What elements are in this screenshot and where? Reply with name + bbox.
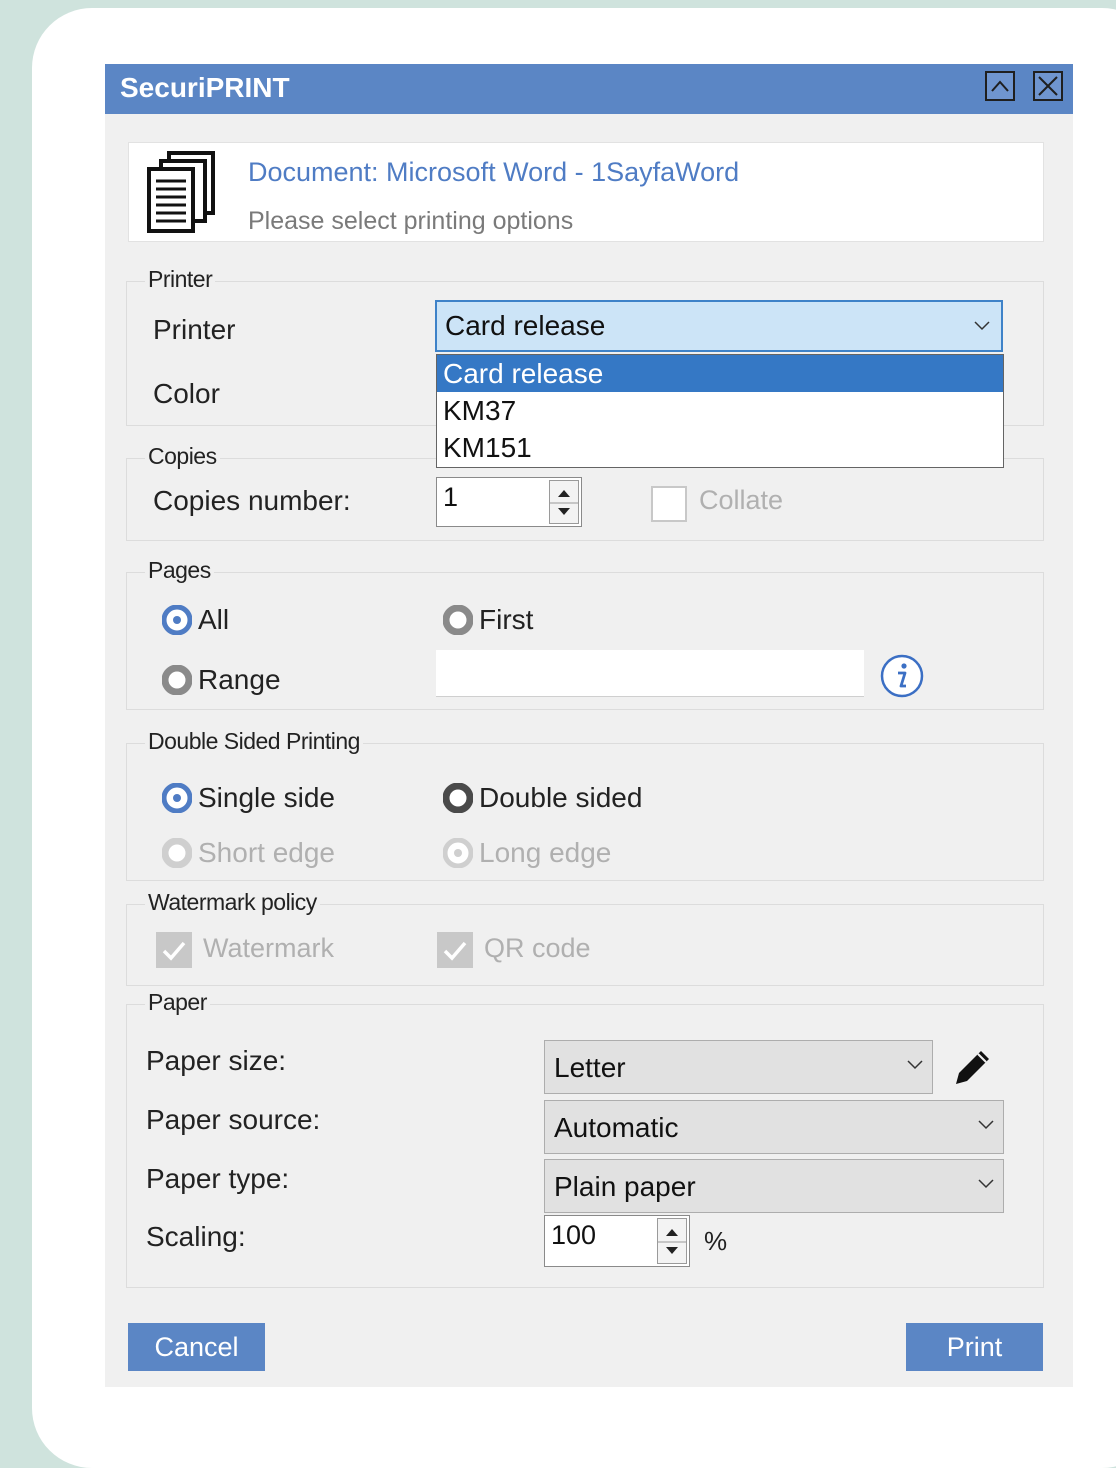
title-bar: SecuriPRINT: [105, 64, 1073, 114]
pages-group-legend: Pages: [145, 557, 214, 584]
first-label: First: [479, 604, 534, 635]
up-down-arrows-icon: [550, 490, 578, 515]
printer-option-km151[interactable]: KM151: [437, 429, 1003, 466]
radio-single-side[interactable]: [162, 783, 192, 813]
print-button[interactable]: Print: [906, 1323, 1043, 1371]
header-subtitle: Please select printing options: [248, 207, 574, 235]
radio-double-sided[interactable]: [443, 783, 473, 813]
short-edge-label: Short edge: [198, 837, 335, 868]
chevron-down-icon: [974, 321, 990, 331]
print-dialog: SecuriPRINT Document: Microsoft Word - 1…: [105, 64, 1073, 1387]
watermark-group-legend: Watermark policy: [145, 889, 320, 916]
chevron-up-icon: [991, 80, 1009, 92]
printer-group-legend: Printer: [145, 266, 216, 293]
printer-select-value: Card release: [445, 310, 606, 341]
copies-label: Copies number:: [153, 485, 351, 516]
paper-group-legend: Paper: [145, 989, 210, 1016]
document-stack-icon: [147, 151, 215, 233]
paper-type-select[interactable]: Plain paper: [544, 1159, 1004, 1213]
range-input[interactable]: [436, 650, 864, 697]
copies-value: 1: [443, 482, 459, 512]
collate-label: Collate: [699, 485, 784, 515]
radio-first[interactable]: [443, 605, 473, 635]
range-label: Range: [198, 664, 281, 695]
chevron-down-icon: [978, 1179, 994, 1189]
paper-type-label: Paper type:: [146, 1163, 290, 1194]
printer-select[interactable]: Card release: [435, 300, 1003, 352]
up-down-arrows-icon: [658, 1229, 686, 1254]
radio-range[interactable]: [162, 665, 192, 695]
close-icon: [1038, 76, 1058, 96]
copies-group-legend: Copies: [145, 443, 220, 470]
double-sided-label: Double sided: [479, 782, 643, 813]
close-button[interactable]: [1033, 71, 1063, 101]
qr-code-checkbox[interactable]: [437, 932, 473, 968]
scaling-unit: %: [704, 1226, 728, 1256]
qr-code-label: QR code: [484, 933, 591, 963]
info-icon[interactable]: [879, 653, 925, 699]
printer-dropdown-list: Card release KM37 KM151: [436, 354, 1004, 468]
window-title: SecuriPRINT: [120, 72, 290, 103]
pencil-icon[interactable]: [950, 1044, 996, 1090]
collate-checkbox[interactable]: [651, 486, 687, 522]
radio-all[interactable]: [162, 605, 192, 635]
all-label: All: [198, 604, 230, 635]
color-label: Color: [153, 378, 220, 409]
scaling-value: 100: [551, 1220, 597, 1250]
watermark-label: Watermark: [203, 933, 335, 963]
document-header: Document: Microsoft Word - 1SayfaWord Pl…: [128, 142, 1044, 242]
duplex-group-legend: Double Sided Printing: [145, 728, 363, 755]
scaling-label: Scaling:: [146, 1221, 246, 1252]
watermark-checkbox[interactable]: [156, 932, 192, 968]
printer-option-card-release[interactable]: Card release: [437, 355, 1003, 392]
printer-label: Printer: [153, 314, 236, 345]
copies-stepper[interactable]: 1: [436, 477, 582, 527]
single-side-label: Single side: [198, 782, 335, 813]
scaling-stepper[interactable]: 100: [544, 1215, 690, 1267]
paper-source-label: Paper source:: [146, 1104, 321, 1135]
paper-size-label: Paper size:: [146, 1045, 287, 1076]
chevron-down-icon: [978, 1120, 994, 1130]
radio-long-edge[interactable]: [443, 838, 473, 868]
copies-spin-buttons[interactable]: [549, 480, 579, 524]
collapse-button[interactable]: [985, 71, 1015, 101]
printer-option-km37[interactable]: KM37: [437, 392, 1003, 429]
radio-short-edge[interactable]: [162, 838, 192, 868]
paper-source-select[interactable]: Automatic: [544, 1100, 1004, 1154]
long-edge-label: Long edge: [479, 837, 612, 868]
cancel-button[interactable]: Cancel: [128, 1323, 265, 1371]
chevron-down-icon: [907, 1060, 923, 1070]
document-name: Document: Microsoft Word - 1SayfaWord: [248, 157, 740, 187]
scaling-spin-buttons[interactable]: [657, 1218, 687, 1264]
paper-size-select[interactable]: Letter: [544, 1040, 933, 1094]
